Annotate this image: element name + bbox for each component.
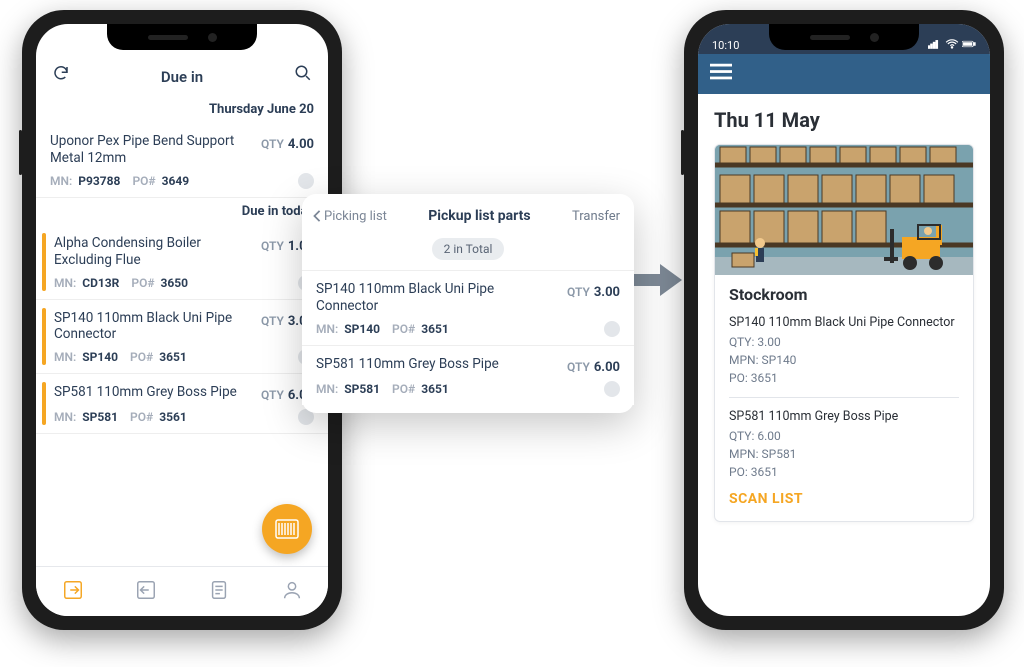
- arrow-right-icon: [630, 262, 682, 298]
- po-label: PO#: [132, 174, 155, 188]
- transfer-button[interactable]: Transfer: [572, 209, 620, 224]
- nav-out-icon[interactable]: [135, 579, 157, 605]
- signal-icon: [928, 39, 942, 52]
- part-po: PO: 3651: [729, 463, 959, 481]
- nav-profile-icon[interactable]: [281, 579, 303, 605]
- part-name: SP581 110mm Grey Boss Pipe: [729, 408, 959, 427]
- phone-notch: [107, 24, 257, 50]
- scan-fab-button[interactable]: [262, 504, 312, 554]
- part-name: SP140 110mm Black Uni Pipe Connector: [729, 314, 959, 333]
- scan-list-button[interactable]: SCAN LIST: [729, 491, 959, 507]
- section-header: Thursday June 20: [36, 96, 328, 123]
- part-qty: QTY: 3.00: [729, 333, 959, 351]
- phone-due-in: Due in Thursday June 20 Uponor Pex Pipe …: [22, 10, 342, 630]
- po-value: 3649: [162, 174, 190, 188]
- mn-label: MN:: [50, 174, 72, 188]
- refresh-icon[interactable]: [52, 64, 70, 86]
- phone-stockroom: 10:10 Thu 11 May: [684, 10, 1004, 630]
- qty-value: 4.00: [288, 137, 314, 152]
- pickup-list-popup: Picking list Pickup list parts Transfer …: [302, 194, 634, 413]
- status-dot-icon[interactable]: [298, 173, 314, 189]
- mn-value: P93788: [78, 174, 120, 188]
- part-name: Alpha Condensing Boiler Excluding Flue: [54, 235, 253, 269]
- nav-in-icon[interactable]: [62, 579, 84, 605]
- part-mpn: MPN: SP140: [729, 351, 959, 369]
- status-dot-icon[interactable]: [604, 321, 620, 337]
- count-chip: 2 in Total: [432, 238, 505, 260]
- list-item[interactable]: SP581 110mm Grey Boss Pipe QTY6.00 MN: S…: [302, 345, 634, 405]
- warehouse-illustration: [715, 145, 973, 275]
- section-header: Due in today: [36, 198, 328, 225]
- popup-title: Pickup list parts: [428, 208, 530, 224]
- list-item[interactable]: SP581 110mm Grey Boss Pipe QTY6.00 MN: S…: [36, 374, 328, 434]
- bottom-nav: [36, 566, 328, 616]
- status-time: 10:10: [712, 39, 739, 52]
- card-title: Stockroom: [729, 285, 959, 304]
- qty-label: QTY: [261, 137, 284, 151]
- list-item[interactable]: Uponor Pex Pipe Bend Support Metal 12mm …: [36, 123, 328, 198]
- part-mpn: MPN: SP581: [729, 445, 959, 463]
- status-dot-icon[interactable]: [604, 381, 620, 397]
- list-item[interactable]: Alpha Condensing Boiler Excluding Flue Q…: [36, 225, 328, 300]
- battery-icon: [962, 39, 976, 52]
- app-topbar: [698, 54, 990, 94]
- page-date: Thu 11 May: [714, 108, 974, 132]
- search-icon[interactable]: [294, 64, 312, 86]
- list-item[interactable]: SP140 110mm Black Uni Pipe Connector QTY…: [302, 270, 634, 345]
- wifi-icon: [945, 39, 959, 52]
- part-po: PO: 3651: [729, 369, 959, 387]
- phone-notch: [769, 24, 919, 50]
- part-name: Uponor Pex Pipe Bend Support Metal 12mm: [50, 133, 253, 167]
- menu-icon[interactable]: [710, 63, 732, 85]
- part-qty: QTY: 6.00: [729, 427, 959, 445]
- back-button[interactable]: Picking list: [312, 209, 387, 224]
- nav-list-icon[interactable]: [208, 579, 230, 605]
- header-title: Due in: [161, 68, 203, 86]
- back-label: Picking list: [324, 209, 387, 224]
- list-item[interactable]: SP140 110mm Black Uni Pipe Connector QTY…: [36, 300, 328, 375]
- stockroom-card: Stockroom SP140 110mm Black Uni Pipe Con…: [714, 144, 974, 522]
- divider: [729, 397, 959, 398]
